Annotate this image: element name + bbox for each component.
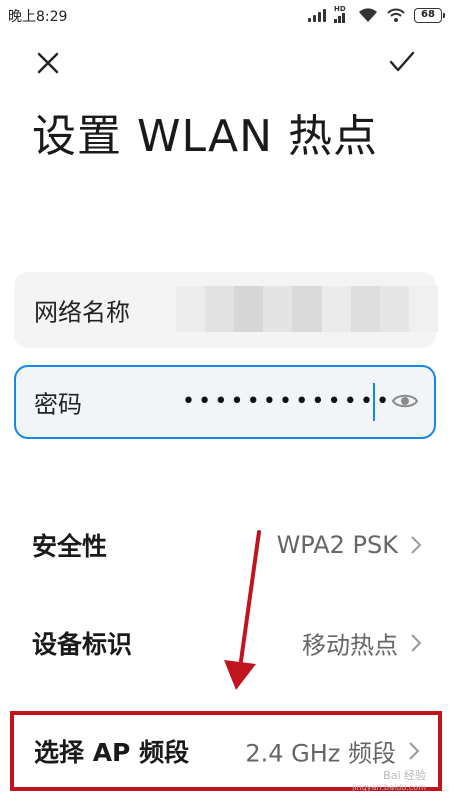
network-name-label: 网络名称 [34,298,130,327]
watermark-text: Bai 经验 [383,769,426,782]
watermark-url: jingyan.baidu.com [352,783,426,792]
check-icon [389,51,415,72]
watermark: Bai 经验 jingyan.baidu.com [352,770,426,794]
confirm-button[interactable] [382,43,422,81]
battery-level: 68 [421,9,435,20]
status-bar: 晚上8:29 HD 68 [0,0,450,30]
network-type-label: HD [334,5,346,13]
network-name-field[interactable]: 网络名称 [14,272,438,348]
chevron-right-icon [411,536,422,554]
page-title: 设置 WLAN 热点 [32,111,379,162]
device-identifier-row[interactable]: 设备标识 移动热点 [0,608,450,678]
close-button[interactable] [30,45,66,81]
security-row[interactable]: 安全性 WPA2 PSK [0,510,450,580]
close-icon [37,52,59,74]
hd-signal-icon: HD [334,5,350,23]
signal-icon [308,8,326,22]
battery-icon: 68 [414,7,445,23]
password-label: 密码 [34,390,82,419]
ap-band-value: 2.4 GHz 频段 [245,739,396,768]
eye-icon[interactable] [390,386,420,416]
security-value: WPA2 PSK [276,531,398,559]
wifi-icon [359,8,377,22]
chevron-right-icon [409,742,420,760]
hotspot-icon [387,8,405,22]
password-field[interactable]: 密码 ••••••••••••• [14,365,436,439]
status-time: 晚上8:29 [8,9,68,25]
network-name-input[interactable] [176,284,436,336]
status-icons: HD 68 [308,5,445,25]
device-identifier-label: 设备标识 [32,630,133,659]
password-input[interactable]: ••••••••••••• [182,387,392,417]
ap-band-label: 选择 AP 频段 [34,738,190,767]
device-identifier-value: 移动热点 [302,631,398,660]
security-label: 安全性 [32,532,108,561]
text-caret [373,383,375,421]
chevron-right-icon [411,634,422,652]
